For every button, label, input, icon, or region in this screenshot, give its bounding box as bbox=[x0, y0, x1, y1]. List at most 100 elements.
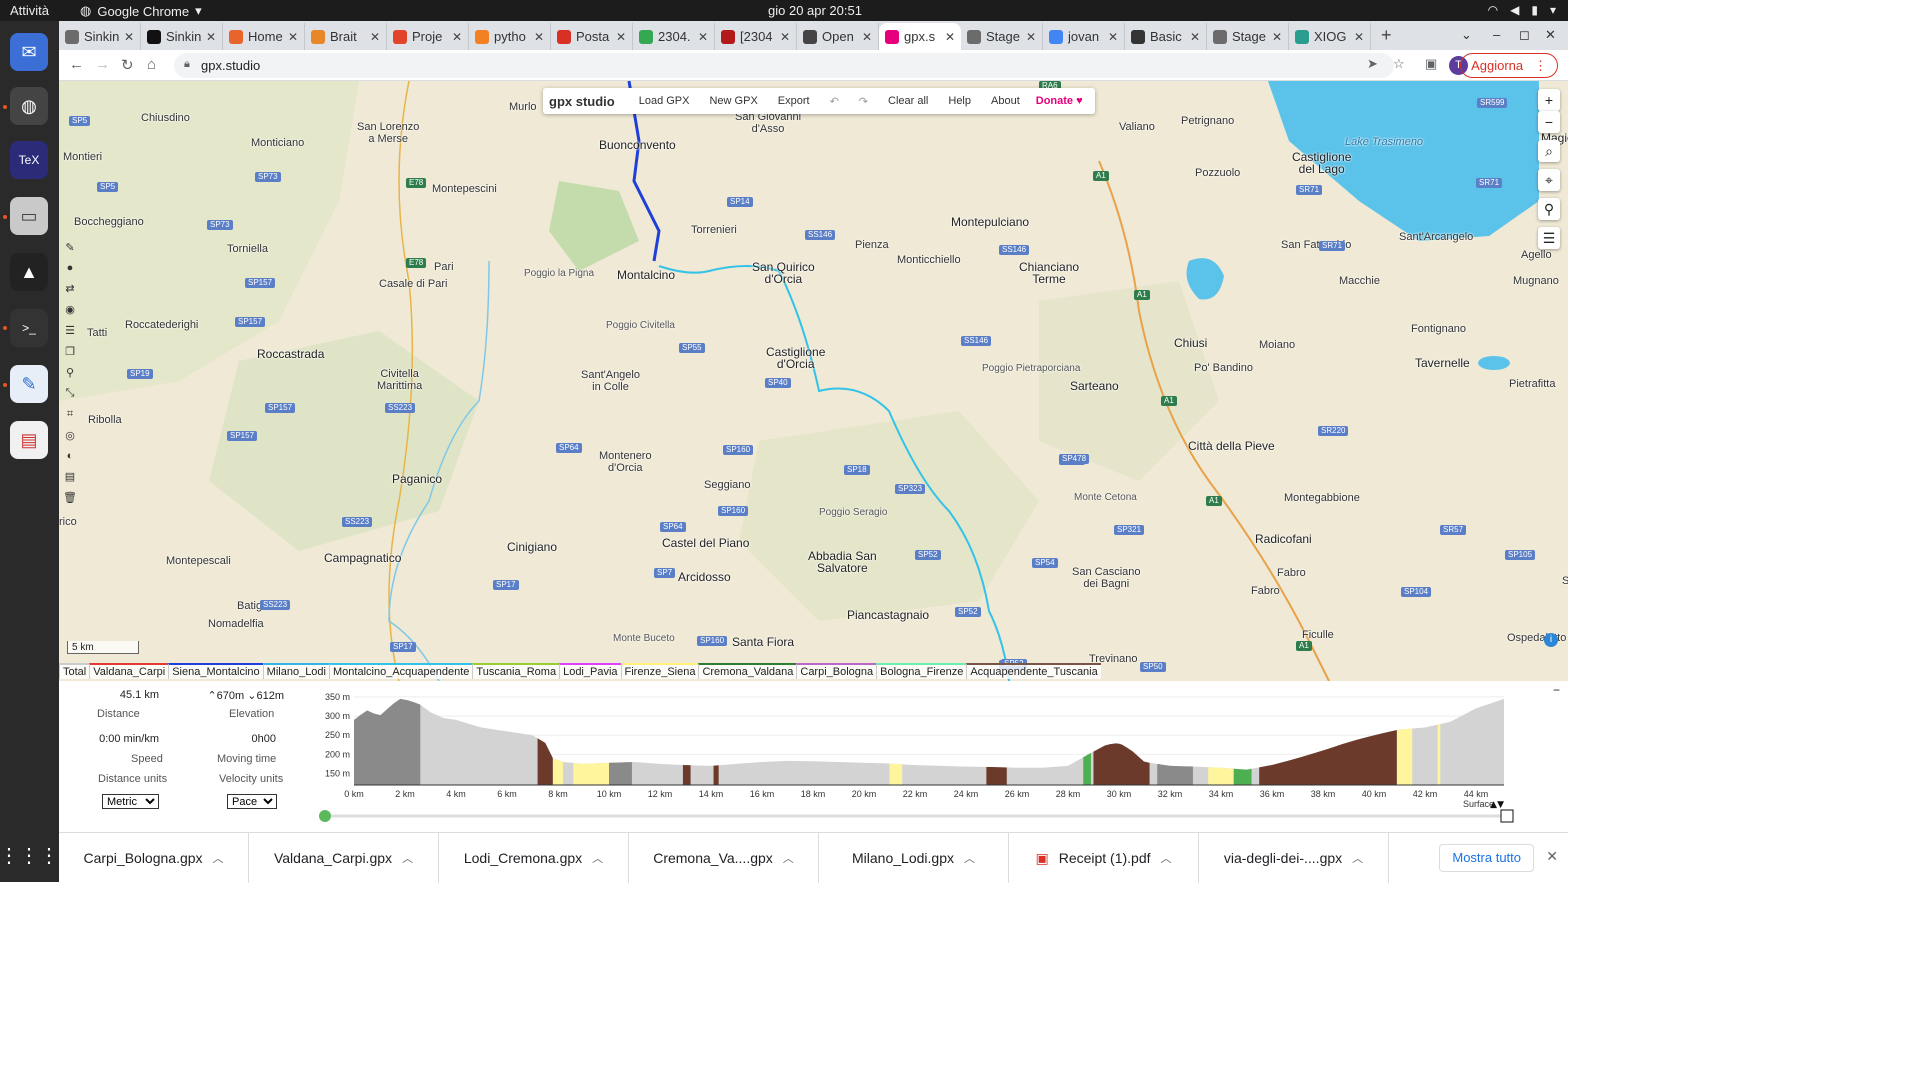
files-icon[interactable]: ▭ bbox=[10, 197, 48, 235]
close-tab-icon[interactable]: ✕ bbox=[698, 30, 708, 44]
side-panel-icon[interactable]: ▣ bbox=[1425, 56, 1437, 72]
browser-tab[interactable]: gpx.s ✕ bbox=[879, 23, 961, 50]
trace-tab[interactable]: Valdana_Carpi bbox=[89, 663, 169, 679]
tab-search-icon[interactable]: ⌄ bbox=[1461, 27, 1472, 43]
donate-button[interactable]: Donate ♥ bbox=[1030, 95, 1089, 107]
hide-icon[interactable]: ◎ bbox=[65, 429, 75, 442]
browser-tab[interactable]: Open ✕ bbox=[797, 23, 879, 50]
browser-tab[interactable]: [2304 ✕ bbox=[715, 23, 797, 50]
chevron-up-icon[interactable]: ︿ bbox=[1352, 850, 1363, 866]
clear-all-button[interactable]: Clear all bbox=[878, 95, 938, 107]
browser-tab[interactable]: jovan ✕ bbox=[1043, 23, 1125, 50]
close-tab-icon[interactable]: ✕ bbox=[1272, 30, 1282, 44]
system-tray[interactable]: ◠ ◀ ▮ ▾ bbox=[1488, 3, 1556, 17]
search-icon[interactable]: ⌕ bbox=[1538, 140, 1560, 162]
close-window-icon[interactable]: ✕ bbox=[1545, 27, 1556, 43]
close-tab-icon[interactable]: ✕ bbox=[124, 30, 134, 44]
chevron-up-icon[interactable]: ︿ bbox=[592, 850, 603, 866]
close-tab-icon[interactable]: ✕ bbox=[452, 30, 462, 44]
browser-tab[interactable]: Home ✕ bbox=[223, 23, 305, 50]
back-icon[interactable]: ← bbox=[69, 56, 84, 73]
browser-tab[interactable]: Basic ✕ bbox=[1125, 23, 1207, 50]
trace-tab[interactable]: Carpi_Bologna bbox=[796, 663, 877, 679]
crop-icon[interactable]: ⌗ bbox=[67, 408, 73, 421]
info-icon[interactable]: i bbox=[1544, 633, 1558, 647]
download-item[interactable]: Lodi_Cremona.gpx ︿ bbox=[439, 833, 629, 883]
close-tab-icon[interactable]: ✕ bbox=[616, 30, 626, 44]
chevron-up-icon[interactable]: ︿ bbox=[213, 850, 224, 866]
loop-icon[interactable]: ◉ bbox=[65, 303, 75, 316]
velocity-units-select[interactable]: Pace bbox=[227, 794, 277, 809]
bookmark-star-icon[interactable]: ☆ bbox=[1393, 56, 1405, 72]
close-tab-icon[interactable]: ✕ bbox=[780, 30, 790, 44]
maximize-icon[interactable]: ◻ bbox=[1519, 27, 1530, 43]
close-tab-icon[interactable]: ✕ bbox=[206, 30, 216, 44]
zoom-out-button[interactable]: − bbox=[1538, 111, 1560, 133]
pegman-icon[interactable]: ⚲ bbox=[1538, 198, 1560, 220]
close-tab-icon[interactable]: ✕ bbox=[1108, 30, 1118, 44]
trace-tab[interactable]: Total bbox=[59, 663, 90, 679]
pencil-icon[interactable]: ✎ bbox=[65, 241, 74, 254]
forward-icon[interactable]: → bbox=[95, 56, 110, 73]
app-menu[interactable]: ◍ Google Chrome ▾ bbox=[80, 3, 202, 19]
marker-icon[interactable]: ⚲ bbox=[66, 366, 74, 379]
browser-tab[interactable]: pytho ✕ bbox=[469, 23, 551, 50]
trace-tab[interactable]: Cremona_Valdana bbox=[698, 663, 797, 679]
close-tab-icon[interactable]: ✕ bbox=[370, 30, 380, 44]
map-view[interactable]: Murlo Buonconvento San Giovanni d'Asso Chius… bbox=[59, 81, 1568, 681]
browser-tab[interactable]: 2304. ✕ bbox=[633, 23, 715, 50]
compress-icon[interactable]: ⤡ bbox=[66, 387, 75, 400]
text-editor-icon[interactable]: ✎ bbox=[10, 365, 48, 403]
download-item[interactable]: via-degli-dei-....gpx ︿ bbox=[1199, 833, 1389, 883]
thunderbird-icon[interactable]: ✉ bbox=[10, 33, 48, 71]
browser-tab[interactable]: Sinkin ✕ bbox=[141, 23, 223, 50]
list-icon[interactable]: ☰ bbox=[65, 324, 75, 337]
chevron-up-icon[interactable]: ︿ bbox=[783, 850, 794, 866]
download-item[interactable]: Milano_Lodi.gpx ︿ bbox=[819, 833, 1009, 883]
download-item[interactable]: Valdana_Carpi.gpx ︿ bbox=[249, 833, 439, 883]
about-button[interactable]: About bbox=[981, 95, 1030, 107]
trace-tab[interactable]: Bologna_Firenze bbox=[876, 663, 967, 679]
chevron-up-icon[interactable]: ︿ bbox=[402, 850, 413, 866]
chrome-icon[interactable]: ◍ bbox=[10, 87, 48, 125]
trace-tab[interactable]: Lodi_Pavia bbox=[559, 663, 621, 679]
download-item[interactable]: Cremona_Va....gpx ︿ bbox=[629, 833, 819, 883]
trace-tab[interactable]: Siena_Montalcino bbox=[168, 663, 263, 679]
zoom-in-button[interactable]: + bbox=[1538, 89, 1560, 111]
trace-tab[interactable]: Tuscania_Roma bbox=[472, 663, 560, 679]
update-button[interactable]: Aggiorna ⋮ bbox=[1460, 53, 1558, 78]
browser-tab[interactable]: Proje ✕ bbox=[387, 23, 469, 50]
browser-tab[interactable]: Brait ✕ bbox=[305, 23, 387, 50]
layers-edit-icon[interactable]: ▤ bbox=[65, 470, 75, 483]
close-tab-icon[interactable]: ✕ bbox=[1026, 30, 1036, 44]
clock[interactable]: gio 20 apr 20:51 bbox=[768, 3, 862, 18]
tex-icon[interactable]: TeX bbox=[10, 141, 48, 179]
trash-icon[interactable]: 🗑︎ bbox=[63, 491, 77, 504]
browser-tab[interactable]: Posta ✕ bbox=[551, 23, 633, 50]
help-button[interactable]: Help bbox=[938, 95, 981, 107]
activities-button[interactable]: Attività bbox=[10, 3, 49, 18]
trace-tab[interactable]: Montalcino_Acquapendente bbox=[329, 663, 473, 679]
download-item[interactable]: Carpi_Bologna.gpx ︿ bbox=[59, 833, 249, 883]
redo-icon[interactable]: ↷ bbox=[849, 95, 878, 108]
show-apps-icon[interactable]: ⋮⋮⋮ bbox=[0, 836, 59, 874]
close-tab-icon[interactable]: ✕ bbox=[1354, 30, 1364, 44]
copy-icon[interactable]: ❐ bbox=[65, 345, 75, 358]
show-all-downloads-button[interactable]: Mostra tutto bbox=[1439, 844, 1534, 872]
close-tab-icon[interactable]: ✕ bbox=[862, 30, 872, 44]
elevation-chart[interactable]: 350 m 300 m 250 m 200 m 150 m 0 km 2 km 4 km 6 k… bbox=[314, 685, 1529, 830]
chevron-up-icon[interactable]: ︿ bbox=[1161, 850, 1172, 866]
new-tab-icon[interactable]: + bbox=[1381, 25, 1392, 46]
browser-tab[interactable]: Sinkin ✕ bbox=[59, 23, 141, 50]
palette-icon[interactable]: ◐ bbox=[67, 450, 74, 462]
collapse-icon[interactable]: − bbox=[1553, 683, 1560, 697]
address-bar[interactable]: 🔒︎ gpx.studio bbox=[174, 53, 1394, 78]
inkscape-icon[interactable]: ▲ bbox=[10, 253, 48, 291]
reload-icon[interactable]: ↻ bbox=[121, 56, 134, 74]
browser-tab[interactable]: XIOG ✕ bbox=[1289, 23, 1371, 50]
browser-tab[interactable]: Stage ✕ bbox=[961, 23, 1043, 50]
browser-tab[interactable]: Stage ✕ bbox=[1207, 23, 1289, 50]
document-viewer-icon[interactable]: ▤ bbox=[10, 421, 48, 459]
layers-icon[interactable]: ☰ bbox=[1538, 227, 1560, 249]
reverse-icon[interactable]: ⇄ bbox=[65, 282, 74, 295]
